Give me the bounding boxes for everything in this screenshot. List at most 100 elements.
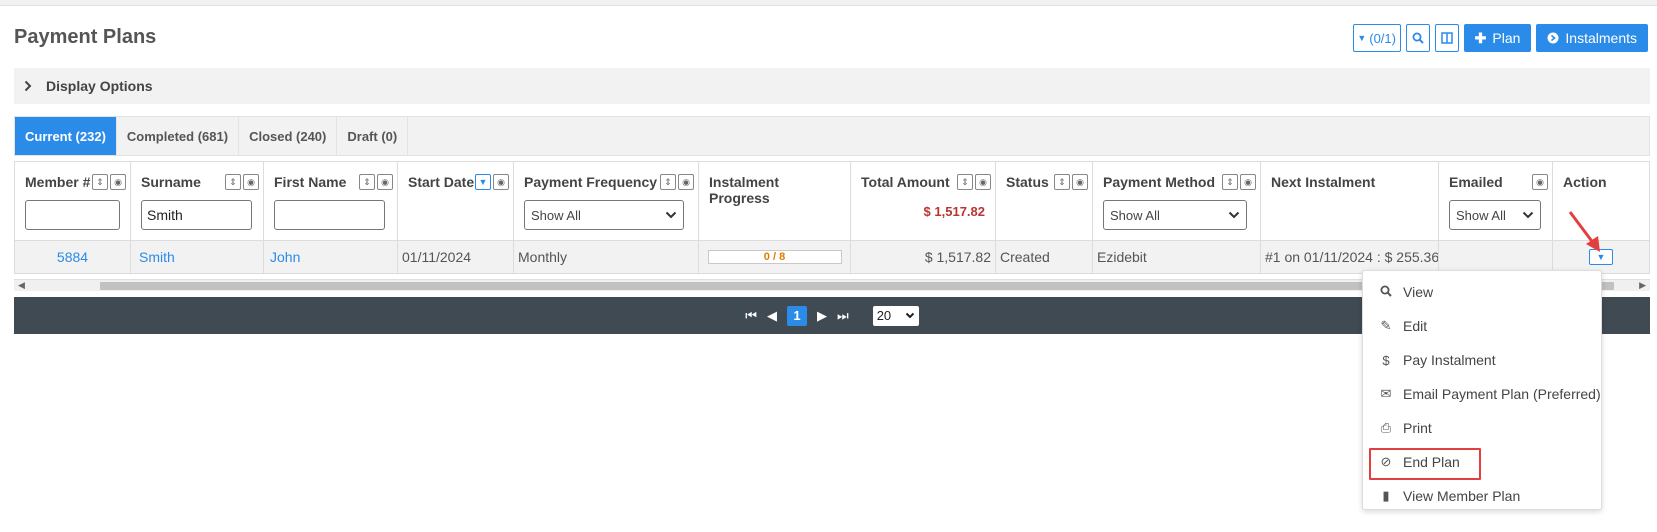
emailed-select[interactable]: Show All bbox=[1449, 200, 1541, 230]
header-total-amount-icons: ⇕ ◉ bbox=[957, 174, 991, 190]
arrow-circle-right-icon bbox=[1547, 32, 1559, 44]
header-instalment-progress: Instalment Progress bbox=[699, 162, 850, 240]
column-payment-method: Payment Method ⇕ ◉ Show All Ezidebit bbox=[1093, 162, 1261, 273]
menu-item-edit[interactable]: ✎ Edit bbox=[1363, 309, 1601, 343]
header-payment-method-label: Payment Method bbox=[1103, 174, 1216, 190]
header-payment-method: Payment Method ⇕ ◉ Show All bbox=[1093, 162, 1260, 240]
visibility-icon[interactable]: ◉ bbox=[243, 174, 259, 190]
visibility-icon[interactable]: ◉ bbox=[678, 174, 694, 190]
row-payment-frequency: Monthly bbox=[514, 239, 698, 273]
header-action-label: Action bbox=[1563, 174, 1607, 190]
visibility-icon[interactable]: ◉ bbox=[493, 174, 509, 190]
display-options-toggle[interactable]: Display Options bbox=[14, 68, 1650, 104]
columns-button[interactable] bbox=[1434, 24, 1459, 52]
row-total-amount: $ 1,517.82 bbox=[851, 239, 995, 273]
column-status: Status ⇕ ◉ Created bbox=[996, 162, 1093, 273]
chevron-down-icon bbox=[905, 312, 914, 319]
header-total-amount-label: Total Amount bbox=[861, 174, 950, 190]
sort-icon[interactable]: ⇕ bbox=[660, 174, 676, 190]
header-payment-frequency-icons: ⇕ ◉ bbox=[660, 174, 694, 190]
dollar-icon: $ bbox=[1382, 352, 1390, 368]
payment-method-select[interactable]: Show All bbox=[1103, 200, 1247, 230]
menu-item-end-plan-label: End Plan bbox=[1403, 454, 1460, 470]
surname-filter-input[interactable] bbox=[141, 200, 252, 230]
sort-icon[interactable]: ⇕ bbox=[359, 174, 375, 190]
first-page-icon[interactable]: ⏮ bbox=[745, 308, 757, 324]
page-size-select[interactable]: 20 bbox=[872, 305, 919, 326]
column-payment-frequency: Payment Frequency ⇕ ◉ Show All Monthly bbox=[514, 162, 699, 273]
header-surname-icons: ⇕ ◉ bbox=[225, 174, 259, 190]
row-status: Created bbox=[996, 239, 1092, 273]
current-page-button[interactable]: 1 bbox=[787, 305, 807, 326]
visibility-icon[interactable]: ◉ bbox=[110, 174, 126, 190]
header-member-icons: ⇕ ◉ bbox=[92, 174, 126, 190]
tab-draft[interactable]: Draft (0) bbox=[337, 117, 409, 155]
search-icon bbox=[1412, 32, 1424, 44]
envelope-icon: ✉ bbox=[1380, 386, 1392, 401]
row-emailed bbox=[1439, 239, 1552, 273]
instalment-progress-bar: 0 / 8 bbox=[707, 249, 842, 264]
payment-frequency-select[interactable]: Show All bbox=[524, 200, 684, 230]
header-status-icons: ⇕ ◉ bbox=[1054, 174, 1088, 190]
visibility-icon[interactable]: ◉ bbox=[975, 174, 991, 190]
header-first-name-icons: ⇕ ◉ bbox=[359, 174, 393, 190]
header-first-name: First Name ⇕ ◉ bbox=[264, 162, 397, 240]
menu-item-view-member-plan-label: View Member Plan bbox=[1403, 488, 1521, 504]
tab-closed[interactable]: Closed (240) bbox=[239, 117, 338, 155]
page-title: Payment Plans bbox=[14, 26, 157, 48]
scroll-left-icon[interactable]: ◀ bbox=[18, 280, 25, 291]
sort-icon[interactable]: ⇕ bbox=[1222, 174, 1238, 190]
header-surname: Surname ⇕ ◉ bbox=[131, 162, 263, 240]
menu-item-pay-instalment-label: Pay Instalment bbox=[1403, 352, 1496, 368]
visibility-icon[interactable]: ◉ bbox=[1532, 174, 1548, 190]
columns-icon bbox=[1440, 32, 1453, 44]
chevron-down-icon bbox=[665, 211, 677, 219]
prev-page-icon[interactable]: ◀ bbox=[767, 308, 777, 324]
tab-completed[interactable]: Completed (681) bbox=[117, 117, 240, 155]
column-instalment-progress: Instalment Progress 0 / 8 bbox=[699, 162, 851, 273]
sort-icon[interactable]: ⇕ bbox=[1054, 174, 1070, 190]
member-filter-input[interactable] bbox=[25, 200, 120, 230]
header-start-date: Start Date ▼ ◉ bbox=[398, 162, 513, 240]
menu-item-view-member-plan[interactable]: ▮ View Member Plan bbox=[1363, 479, 1601, 513]
last-page-icon[interactable]: ⏭ bbox=[837, 308, 849, 324]
column-member: Member # ⇕ ◉ 5884 bbox=[15, 162, 131, 273]
visibility-icon[interactable]: ◉ bbox=[377, 174, 393, 190]
row-surname[interactable]: Smith bbox=[131, 239, 263, 273]
instalments-label: Instalments bbox=[1565, 30, 1637, 46]
header-emailed: Emailed ◉ Show All bbox=[1439, 162, 1552, 240]
caret-down-icon: ▼ bbox=[1357, 33, 1367, 43]
sort-icon[interactable]: ⇕ bbox=[225, 174, 241, 190]
menu-item-end-plan[interactable]: ⊘ End Plan bbox=[1363, 445, 1601, 480]
emailed-select-value: Show All bbox=[1456, 207, 1506, 223]
first-name-filter-input[interactable] bbox=[274, 200, 385, 230]
sort-icon[interactable]: ⇕ bbox=[957, 174, 973, 190]
menu-item-print[interactable]: ⎙ Print bbox=[1363, 411, 1601, 445]
header-status: Status ⇕ ◉ bbox=[996, 162, 1092, 240]
column-next-instalment: Next Instalment #1 on 01/11/2024 : $ 255… bbox=[1261, 162, 1439, 273]
header-payment-method-icons: ⇕ ◉ bbox=[1222, 174, 1256, 190]
menu-item-pay-instalment[interactable]: $ Pay Instalment bbox=[1363, 343, 1601, 377]
filter-toggle-button[interactable]: ▼ (0/1) bbox=[1352, 24, 1401, 52]
header-emailed-label: Emailed bbox=[1449, 174, 1503, 190]
visibility-icon[interactable]: ◉ bbox=[1072, 174, 1088, 190]
header-first-name-label: First Name bbox=[274, 174, 347, 190]
menu-item-email-payment-plan[interactable]: ✉ Email Payment Plan (Preferred) bbox=[1363, 377, 1601, 411]
column-emailed: Emailed ◉ Show All bbox=[1439, 162, 1553, 273]
row-next-instalment: #1 on 01/11/2024 : $ 255.36 bbox=[1261, 239, 1438, 273]
status-tabs: Current (232) Completed (681) Closed (24… bbox=[14, 116, 1650, 156]
add-plan-button[interactable]: ✚ Plan bbox=[1463, 24, 1532, 52]
menu-item-print-label: Print bbox=[1403, 420, 1432, 436]
header-total-amount: Total Amount ⇕ ◉ $ 1,517.82 bbox=[851, 162, 995, 240]
scroll-right-icon[interactable]: ▶ bbox=[1639, 280, 1646, 291]
row-member[interactable]: 5884 bbox=[15, 239, 130, 273]
sort-icon[interactable]: ⇕ bbox=[92, 174, 108, 190]
menu-item-view[interactable]: View bbox=[1363, 275, 1601, 309]
search-button[interactable] bbox=[1405, 24, 1430, 52]
sort-desc-icon[interactable]: ▼ bbox=[475, 174, 491, 190]
next-page-icon[interactable]: ▶ bbox=[817, 308, 827, 324]
row-first-name[interactable]: John bbox=[264, 239, 397, 273]
visibility-icon[interactable]: ◉ bbox=[1240, 174, 1256, 190]
instalments-button[interactable]: Instalments bbox=[1536, 24, 1648, 52]
tab-current[interactable]: Current (232) bbox=[15, 117, 117, 155]
